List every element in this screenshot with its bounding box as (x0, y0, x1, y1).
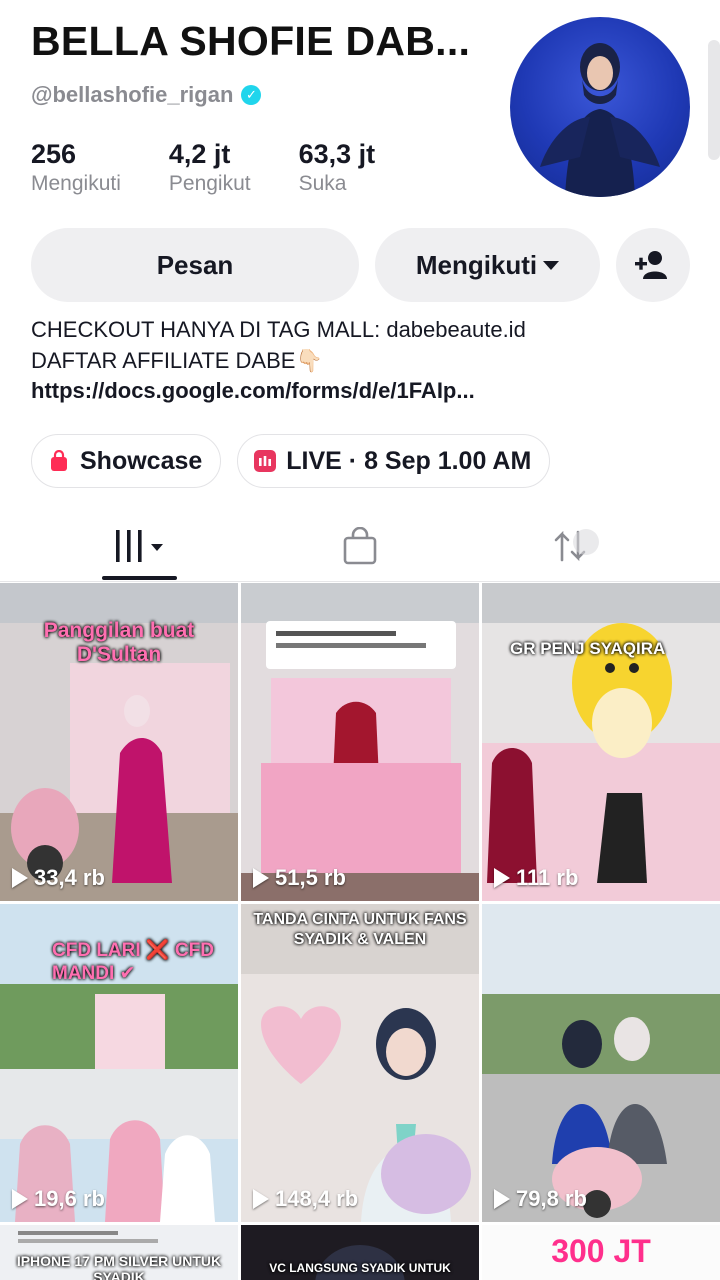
handle-row: @bellashofie_rigan ✓ (31, 82, 262, 108)
chevron-down-icon (543, 260, 560, 270)
verified-badge-icon: ✓ (241, 85, 262, 105)
stat-following-value: 256 (31, 139, 77, 169)
view-count-value: 33,4 rb (34, 865, 105, 890)
video-thumbnail[interactable]: 79,8 rb (482, 904, 720, 1222)
video-caption: Panggilan buat D'Sultan (43, 619, 195, 666)
tab-videos[interactable] (102, 510, 177, 582)
view-count: 33,4 rb (12, 865, 105, 891)
bio-line: DAFTAR AFFILIATE DABE👇🏻 (31, 348, 323, 373)
live-event-label: LIVE · 8 Sep 1.00 AM (286, 446, 532, 475)
grid-icon (115, 530, 163, 562)
live-event-chip[interactable]: LIVE · 8 Sep 1.00 AM (237, 434, 551, 488)
view-count: 111 rb (494, 865, 578, 891)
profile-bio: CHECKOUT HANYA DI TAG MALL: dabebeaute.i… (31, 314, 526, 376)
view-count: 148,4 rb (253, 1186, 358, 1212)
showcase-chip[interactable]: Showcase (31, 434, 222, 488)
video-caption: GR PENJ SYAQIRA (510, 639, 666, 658)
video-caption: TANDA CINTA UNTUK FANS SYADIK & VALEN (253, 911, 467, 948)
stat-likes-label: Suka (298, 172, 347, 195)
following-button[interactable]: Mengikuti (375, 228, 600, 302)
view-count-value: 19,6 rb (34, 1186, 105, 1211)
thumbnail-image (482, 583, 720, 901)
view-count-value: 79,8 rb (516, 1186, 587, 1211)
video-caption: IPHONE 17 PM SILVER UNTUK SYADIK (16, 1253, 222, 1280)
message-button[interactable]: Pesan (31, 228, 359, 302)
profile-header: BELLA SHOFIE DAB... @bellashofie_rigan ✓… (0, 0, 720, 210)
play-icon (12, 1189, 28, 1209)
active-tab-indicator (102, 576, 177, 580)
bio-link[interactable]: https://docs.google.com/forms/d/e/1FAIp.… (31, 378, 475, 404)
profile-avatar[interactable] (510, 17, 690, 197)
video-caption: VC LANGSUNG SYADIK UNTUK (269, 1261, 451, 1275)
repost-icon (554, 529, 599, 562)
stat-followers-label: Pengikut (168, 172, 251, 195)
stat-likes-value: 63,3 jt (298, 139, 376, 169)
video-caption: CFD LARI ❌ CFD MANDI ✔ (52, 940, 214, 984)
thumbnail-image (241, 583, 479, 901)
video-thumbnail[interactable]: IPHONE 17 PM SILVER UNTUK SYADIK (0, 1225, 238, 1280)
profile-actions: Pesan Mengikuti (31, 228, 691, 302)
video-thumbnail[interactable]: 300 JT (482, 1225, 720, 1280)
view-count-value: 51,5 rb (275, 865, 346, 890)
profile-stats: 256 Mengikuti 4,2 jt Pengikut 63,3 jt Su… (31, 138, 423, 198)
thumbnail-image (241, 904, 479, 1222)
shopping-bag-icon (48, 450, 70, 472)
add-friend-button[interactable] (616, 228, 690, 302)
profile-name: BELLA SHOFIE DAB... (31, 18, 471, 64)
view-count: 51,5 rb (253, 865, 346, 891)
view-count-value: 148,4 rb (275, 1186, 359, 1211)
showcase-label: Showcase (80, 446, 203, 475)
profile-tabs (0, 510, 720, 582)
stat-following[interactable]: 256 Mengikuti (31, 138, 121, 198)
video-thumbnail[interactable]: Panggilan buat D'Sultan 33,4 rb (0, 583, 238, 901)
video-thumbnail[interactable]: TANDA CINTA UNTUK FANS SYADIK & VALEN 14… (241, 904, 479, 1222)
play-icon (12, 868, 28, 888)
thumbnail-image (482, 904, 720, 1222)
tab-reposts[interactable] (542, 510, 617, 582)
video-thumbnail[interactable]: CFD LARI ❌ CFD MANDI ✔ 19,6 rb (0, 904, 238, 1222)
tab-shop[interactable] (322, 510, 397, 582)
view-count: 19,6 rb (12, 1186, 105, 1212)
video-thumbnail[interactable]: VC LANGSUNG SYADIK UNTUK (241, 1225, 479, 1280)
following-button-label: Mengikuti (415, 249, 538, 280)
video-caption: 300 JT (551, 1233, 651, 1269)
play-icon (253, 1189, 269, 1209)
stat-followers[interactable]: 4,2 jt Pengikut (169, 138, 251, 198)
profile-chips: Showcase LIVE · 8 Sep 1.00 AM (31, 434, 551, 488)
video-thumbnail[interactable]: 51,5 rb (241, 583, 479, 901)
profile-handle: @bellashofie_rigan (31, 82, 234, 107)
scroll-indicator (708, 40, 720, 160)
stat-likes[interactable]: 63,3 jt Suka (299, 138, 376, 198)
video-thumbnail[interactable]: GR PENJ SYAQIRA 111 rb (482, 583, 720, 901)
avatar-photo (540, 43, 660, 197)
shopping-bag-icon (343, 527, 376, 565)
play-icon (253, 868, 269, 888)
view-count: 79,8 rb (494, 1186, 587, 1212)
stat-followers-value: 4,2 jt (168, 139, 231, 169)
live-icon (254, 450, 277, 472)
bio-line: CHECKOUT HANYA DI TAG MALL: dabebeaute.i… (31, 317, 526, 342)
play-icon (494, 868, 510, 888)
add-person-icon (635, 251, 667, 279)
play-icon (494, 1189, 510, 1209)
stat-following-label: Mengikuti (31, 172, 121, 195)
view-count-value: 111 rb (516, 865, 579, 890)
